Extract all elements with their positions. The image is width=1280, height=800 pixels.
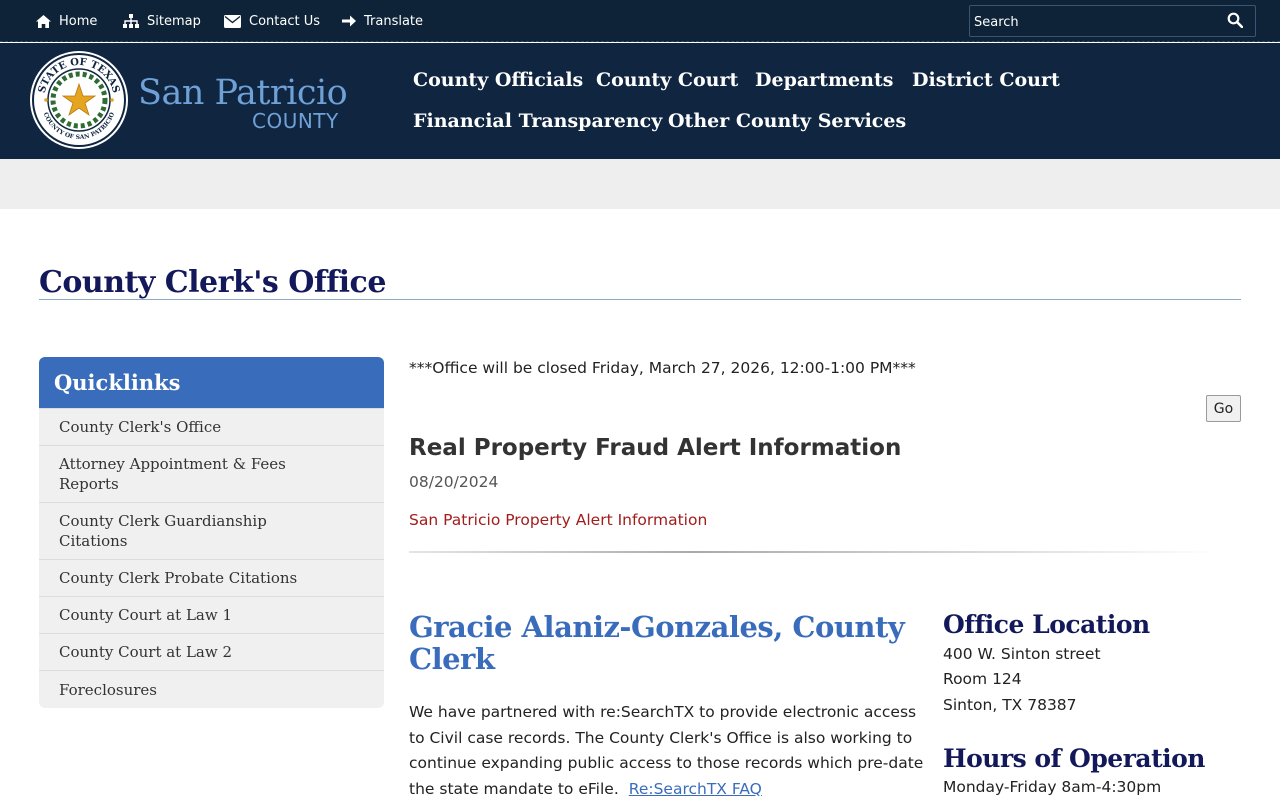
quicklink-foreclosures[interactable]: Foreclosures (39, 670, 384, 708)
address-line-1: 400 W. Sinton street (943, 645, 1101, 663)
quicklink-label: County Clerk Guardianship Citations (59, 512, 267, 550)
translate-link[interactable]: Translate (342, 0, 423, 42)
quicklink-label: County Clerk's Office (59, 418, 222, 436)
contact-label: Contact Us (249, 13, 320, 29)
utility-bar: Home Sitemap Contact Us Translate (0, 0, 1280, 42)
quicklink-attorney-appointment[interactable]: Attorney Appointment & Fees Reports (39, 445, 384, 502)
quicklinks-panel: Quicklinks County Clerk's Office Attorne… (39, 357, 384, 708)
home-label: Home (59, 13, 98, 29)
news-title: Real Property Fraud Alert Information (409, 435, 902, 461)
nav-county-court[interactable]: County Court (596, 69, 738, 91)
hours-line-1: Monday-Friday 8am-4:30pm (943, 778, 1162, 796)
sitemap-label: Sitemap (147, 13, 201, 29)
translate-label: Translate (364, 13, 424, 29)
section-divider (409, 551, 1221, 553)
sitemap-link[interactable]: Sitemap (123, 0, 201, 42)
quicklink-court-at-law-2[interactable]: County Court at Law 2 (39, 633, 384, 670)
search-icon[interactable] (1227, 12, 1243, 28)
site-header: STATE OF TEXAS COUNTY OF SAN PATRICIO Sa… (0, 43, 1280, 159)
search-box (969, 5, 1256, 37)
nav-departments[interactable]: Departments (755, 69, 893, 91)
contact-link[interactable]: Contact Us (224, 0, 320, 42)
nav-district-court[interactable]: District Court (912, 69, 1060, 91)
clerk-description: We have partnered with re:SearchTX to pr… (409, 700, 929, 800)
banner-strip (0, 159, 1280, 209)
news-date: 08/20/2024 (409, 473, 499, 491)
quicklink-probate-citations[interactable]: County Clerk Probate Citations (39, 559, 384, 596)
nav-county-officials[interactable]: County Officials (413, 69, 583, 91)
quicklink-label: Foreclosures (59, 680, 157, 699)
home-link[interactable]: Home (36, 0, 97, 42)
sitemap-icon (123, 14, 139, 28)
quicklinks-heading: Quicklinks (39, 357, 384, 408)
page-title: County Clerk's Office (39, 265, 386, 300)
nav-financial-transparency[interactable]: Financial Transparency (413, 110, 662, 132)
go-button[interactable]: Go (1206, 395, 1241, 422)
county-seal-logo[interactable]: STATE OF TEXAS COUNTY OF SAN PATRICIO (29, 50, 129, 150)
quicklink-guardianship-citations[interactable]: County Clerk Guardianship Citations (39, 502, 384, 559)
quicklink-label: County Court at Law 1 (59, 606, 233, 624)
closure-notice: ***Office will be closed Friday, March 2… (409, 359, 916, 377)
quicklink-label: Attorney Appointment & Fees Reports (59, 455, 286, 493)
nav-other-county-services[interactable]: Other County Services (668, 110, 906, 132)
office-location-heading: Office Location (943, 610, 1150, 639)
search-input[interactable] (974, 13, 1214, 31)
address-line-2: Room 124 (943, 670, 1022, 688)
envelope-icon (224, 14, 241, 28)
brand-name[interactable]: San Patricio (138, 73, 348, 113)
title-divider (39, 299, 1241, 300)
property-alert-link[interactable]: San Patricio Property Alert Information (409, 511, 707, 529)
quicklink-label: County Court at Law 2 (59, 643, 233, 661)
research-tx-faq-link[interactable]: Re:SearchTX FAQ (629, 780, 762, 798)
quicklink-label: County Clerk Probate Citations (59, 569, 298, 587)
hours-heading: Hours of Operation (943, 744, 1205, 773)
brand-subtitle: COUNTY (252, 109, 339, 133)
arrow-right-icon (342, 15, 356, 27)
home-icon (36, 14, 51, 28)
address-line-3: Sinton, TX 78387 (943, 696, 1077, 714)
clerk-name-heading: Gracie Alaniz-Gonzales, County Clerk (409, 610, 905, 676)
quicklink-court-at-law-1[interactable]: County Court at Law 1 (39, 596, 384, 633)
quicklink-county-clerks-office[interactable]: County Clerk's Office (39, 408, 384, 445)
